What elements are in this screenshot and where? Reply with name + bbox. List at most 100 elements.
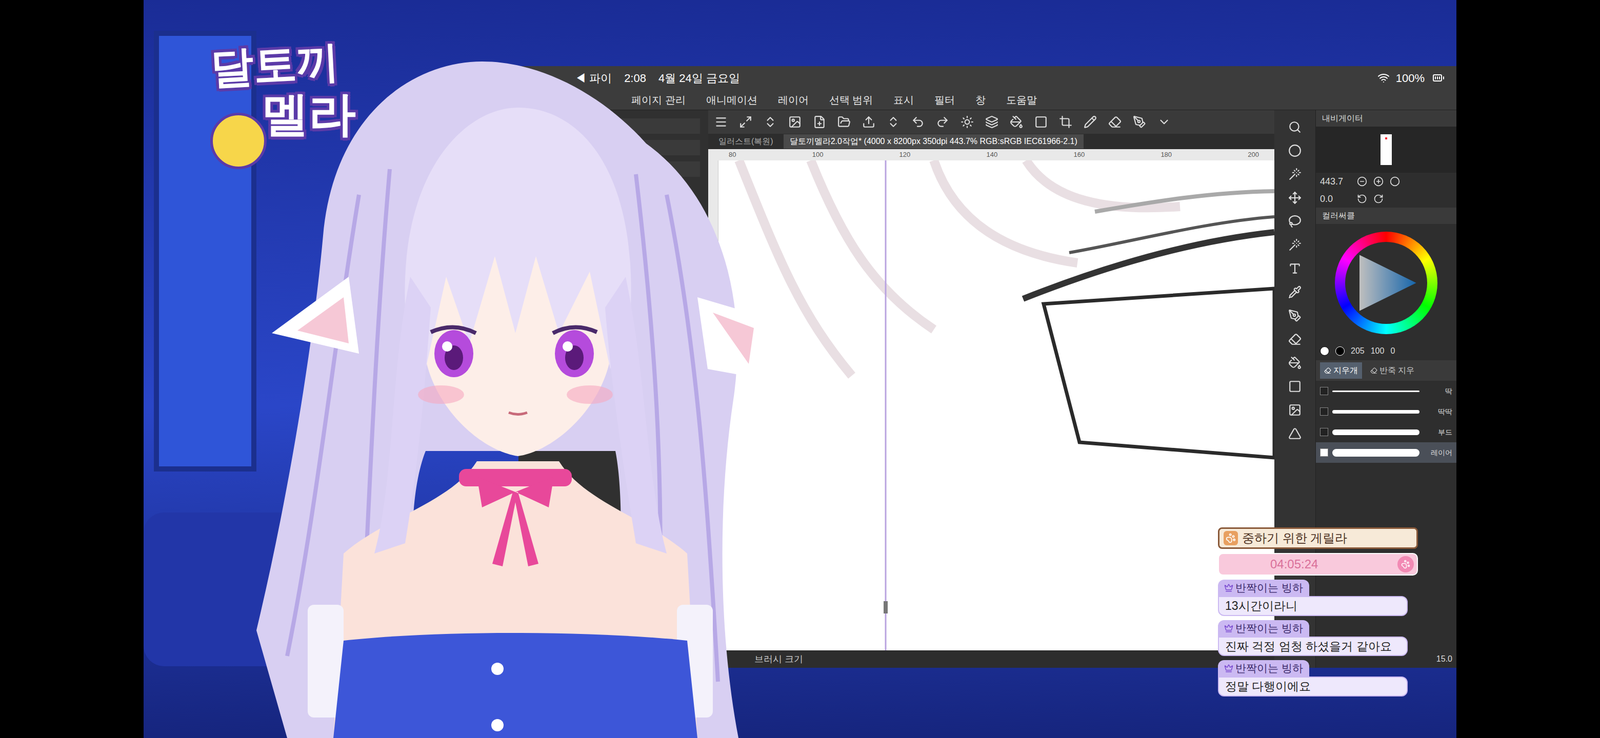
pen-icon[interactable]	[1132, 115, 1147, 129]
brush-checkbox[interactable]	[1320, 387, 1329, 396]
document-tab[interactable]: 달토끼멜라2.0작업* (4000 x 8200px 350dpi 443.7%…	[783, 134, 1084, 149]
moon-icon	[210, 112, 267, 170]
choker	[458, 469, 572, 487]
gradient-icon[interactable]	[1288, 380, 1302, 394]
menu-item[interactable]: 선택 범위	[829, 92, 874, 108]
square-icon[interactable]	[1034, 115, 1048, 129]
brush-stroke	[1332, 429, 1420, 436]
eyedropper-icon[interactable]	[1288, 285, 1302, 299]
color-value[interactable]: 205	[1350, 345, 1365, 358]
chat-username: 반짝이는 빙하	[1217, 620, 1310, 637]
pencil-icon[interactable]	[1083, 115, 1097, 129]
eye-sketch	[718, 160, 1275, 651]
eye-highlight	[442, 341, 453, 352]
vtuber-avatar	[256, 41, 770, 738]
menu-bar: 페이지 관리 애니메이션 레이어 선택 범위 표시 필터 창 도움말	[518, 89, 1457, 111]
zoom-value[interactable]: 443.7	[1320, 174, 1351, 189]
menu-item[interactable]: 창	[975, 92, 986, 108]
brush-row[interactable]: 딱딱	[1315, 401, 1457, 423]
rotation-value[interactable]: 0.0	[1320, 192, 1351, 207]
chat-username: 반짝이는 빙하	[1217, 580, 1310, 597]
image-icon[interactable]	[1288, 403, 1302, 417]
toolbar	[708, 110, 1275, 134]
back-hair	[256, 61, 739, 738]
ruler-number: 80	[728, 149, 736, 160]
brush-checkbox[interactable]	[1320, 407, 1329, 416]
wand-icon[interactable]	[1288, 167, 1302, 182]
document-tab[interactable]: 일러스트(복원)	[712, 134, 780, 149]
rotate-left-icon[interactable]	[1356, 193, 1368, 205]
color-swatch[interactable]	[1335, 346, 1345, 356]
zoom-in-icon[interactable]	[1373, 176, 1384, 187]
undo-icon[interactable]	[911, 115, 925, 129]
zoom-out-icon[interactable]	[1356, 176, 1368, 187]
zoom-icon[interactable]	[1288, 120, 1302, 134]
color-tab[interactable]: 컬러써클	[1315, 207, 1457, 225]
color-wheel[interactable]	[1334, 231, 1438, 335]
drawing-canvas[interactable]	[718, 160, 1275, 651]
export-icon[interactable]	[862, 115, 876, 129]
navigator-tab[interactable]: 내비게이터	[1315, 110, 1457, 127]
right-letterbox	[1456, 0, 1600, 738]
sun-icon[interactable]	[960, 115, 974, 129]
eyelashes	[430, 327, 597, 334]
redo-icon[interactable]	[935, 115, 950, 129]
right-ear-inner	[712, 312, 754, 365]
image-icon[interactable]	[788, 115, 802, 129]
fill-icon[interactable]	[1009, 115, 1024, 129]
brush-row[interactable]: 부드	[1315, 422, 1457, 443]
maximize-icon[interactable]	[738, 115, 753, 129]
chat-message: 반짝이는 빙하13시간이라니	[1217, 580, 1418, 617]
magic-icon[interactable]	[1288, 238, 1302, 252]
chevron-down-icon[interactable]	[1157, 115, 1171, 129]
color-values: 205 100 0	[1315, 342, 1457, 361]
shape-icon[interactable]	[1288, 427, 1302, 441]
brush-name: 레이어	[1423, 447, 1453, 459]
menu-item[interactable]: 페이지 관리	[631, 92, 686, 108]
color-swatch[interactable]	[1320, 346, 1330, 356]
move-icon[interactable]	[1288, 191, 1302, 205]
menu-item[interactable]: 레이어	[777, 92, 809, 108]
brush-checkbox[interactable]	[1320, 428, 1329, 437]
fill-icon[interactable]	[1288, 356, 1302, 370]
eye-highlight	[562, 341, 573, 352]
select-icon[interactable]	[1288, 144, 1302, 158]
updown-icon[interactable]	[763, 115, 777, 129]
brush-row[interactable]: 레이어	[1315, 442, 1457, 464]
menu-item[interactable]: 애니메이션	[706, 92, 758, 108]
menu-item[interactable]: 도움말	[1006, 92, 1037, 108]
menu-item[interactable]: 필터	[934, 92, 955, 108]
tool-tab[interactable]: 지우개	[1320, 362, 1363, 379]
back-button[interactable]: ◀ 파이	[574, 69, 612, 87]
pen-icon[interactable]	[1288, 309, 1302, 323]
lasso-icon[interactable]	[1288, 214, 1302, 229]
eraser-icon	[1370, 367, 1378, 375]
brush-checkbox[interactable]	[1320, 448, 1329, 457]
right-panel: 내비게이터443.70.0컬러써클2051000지우개반죽 지우딱딱딱부드레이어…	[1315, 110, 1457, 669]
menu-item[interactable]: 표시	[893, 92, 914, 108]
eraser-icon[interactable]	[1108, 115, 1122, 129]
color-triangle-icon[interactable]	[1352, 249, 1420, 317]
menu-icon[interactable]	[714, 115, 728, 129]
open-folder-icon[interactable]	[837, 115, 851, 129]
crop-icon[interactable]	[1058, 115, 1073, 129]
brush-row[interactable]: 딱	[1315, 381, 1457, 402]
color-value[interactable]: 100	[1370, 345, 1385, 358]
badge-icon	[1224, 624, 1234, 634]
text-icon[interactable]	[1288, 262, 1302, 276]
rotate-right-icon[interactable]	[1373, 193, 1384, 205]
color-value[interactable]: 0	[1390, 345, 1395, 358]
ruler-number: 140	[986, 149, 998, 160]
new-file-icon[interactable]	[812, 115, 827, 129]
layers-icon[interactable]	[985, 115, 999, 129]
tool-tab[interactable]: 반죽 지우	[1366, 362, 1419, 379]
logo-line-2: 멜라	[261, 88, 356, 140]
fit-icon[interactable]	[1389, 176, 1400, 187]
room-window	[153, 30, 257, 472]
date: 4월 24일 금요일	[658, 69, 740, 87]
eraser-icon[interactable]	[1288, 332, 1302, 347]
chat-username: 반짝이는 빙하	[1217, 660, 1310, 677]
updown2-icon[interactable]	[886, 115, 900, 129]
brush-stroke	[1332, 449, 1420, 457]
status-bar: ◀ 파이2:084월 24일 금요일100%	[518, 66, 1457, 90]
